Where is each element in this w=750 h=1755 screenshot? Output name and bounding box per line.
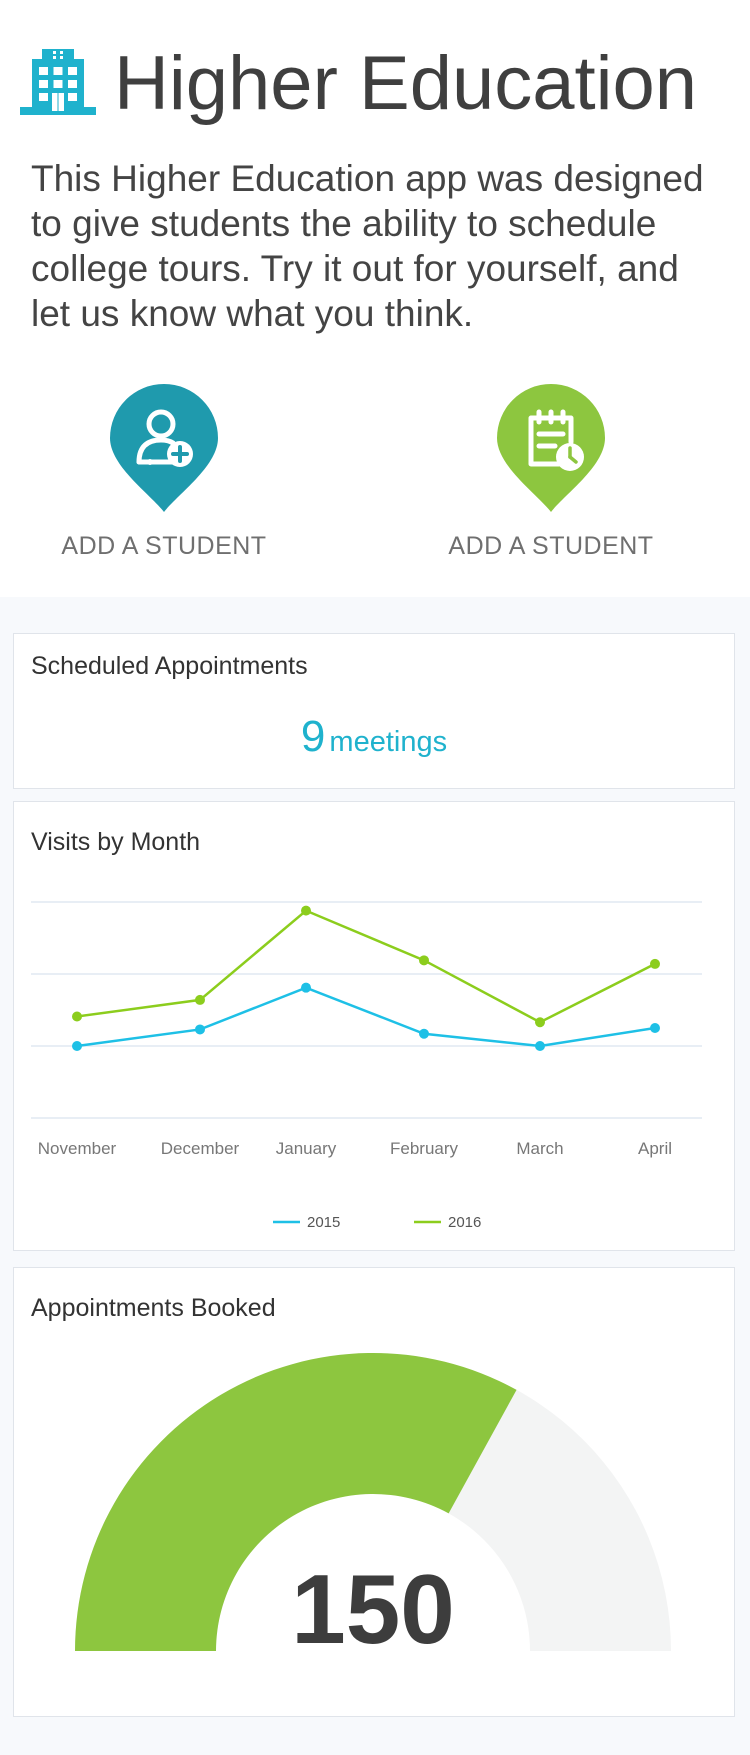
add-student-button[interactable]: ADD A STUDENT <box>24 384 304 561</box>
data-point <box>650 958 660 969</box>
data-point <box>195 994 205 1005</box>
data-point <box>419 955 429 966</box>
legend-label: 2016 <box>448 1214 481 1231</box>
series-line-2016 <box>76 909 656 1024</box>
visits-by-month-card: Visits by Month November December January F… <box>13 801 735 1251</box>
data-point <box>195 1024 205 1035</box>
data-point <box>301 982 311 993</box>
scheduled-appointments-card: Scheduled Appointments 9 meetings <box>13 633 735 789</box>
app-description: This Higher Education app was designed t… <box>31 158 704 334</box>
x-tick-label: December <box>161 1139 240 1158</box>
meetings-unit: meetings <box>329 726 448 758</box>
appointments-gauge: 150 <box>75 1353 671 1664</box>
add-student-label: ADD A STUDENT <box>61 532 267 560</box>
schedule-tour-button[interactable]: ADD A STUDENT <box>411 384 691 561</box>
app-header: Higher Education <box>20 38 697 128</box>
data-point <box>301 905 311 916</box>
data-point <box>535 1041 545 1051</box>
data-point <box>535 1017 545 1028</box>
legend-label: 2015 <box>307 1214 340 1231</box>
meetings-number: 9 <box>300 712 326 761</box>
building-icon <box>20 49 96 115</box>
x-tick-label: February <box>390 1139 459 1158</box>
x-tick-label: March <box>516 1139 563 1158</box>
x-tick-label: January <box>276 1139 337 1158</box>
data-point <box>419 1028 429 1039</box>
add-user-icon <box>110 384 218 512</box>
gauge-value: 150 <box>291 1554 455 1664</box>
calendar-clock-icon <box>497 384 605 512</box>
x-tick-label: November <box>38 1139 117 1158</box>
data-point <box>72 1041 82 1051</box>
app-title: Higher Education <box>114 40 698 126</box>
schedule-tour-label: ADD A STUDENT <box>448 532 654 560</box>
appointments-booked-card: Appointments Booked 150 <box>13 1267 735 1717</box>
meetings-count: 9 meetings <box>14 712 734 762</box>
visits-line-chart: November December January February March Apri… <box>31 901 702 1231</box>
data-point <box>650 1023 660 1033</box>
series-line-2015 <box>76 986 656 1048</box>
hero-section: Higher Education This Higher Education a… <box>0 0 750 597</box>
scheduled-appointments-title: Scheduled Appointments <box>31 652 308 680</box>
data-point <box>72 1011 82 1022</box>
x-tick-label: April <box>638 1139 672 1158</box>
